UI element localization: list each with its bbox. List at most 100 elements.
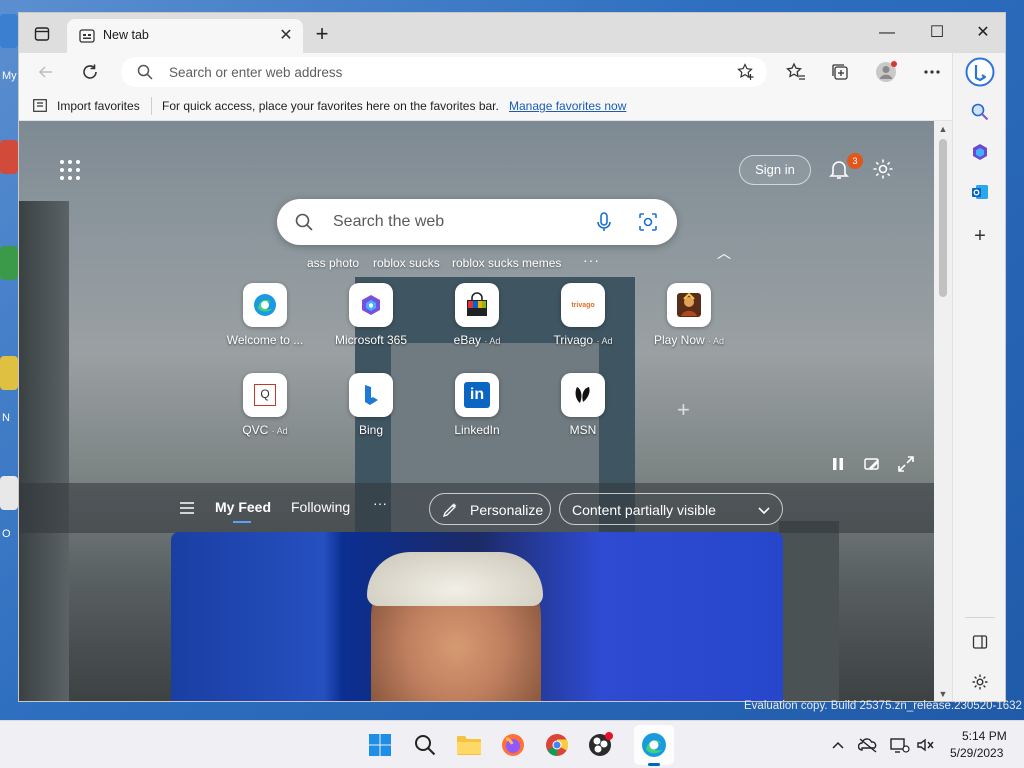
trivago-icon: trivago: [561, 283, 605, 327]
search-icon[interactable]: [412, 732, 438, 758]
more-menu-icon[interactable]: [921, 61, 943, 83]
chevron-up-icon[interactable]: ︿: [717, 243, 731, 263]
clock-time[interactable]: 5:14 PM: [962, 729, 1007, 743]
address-input[interactable]: Search or enter web address: [169, 65, 342, 80]
tile-label: Play Now · Ad: [644, 333, 734, 347]
quick-link-tile[interactable]: eBay · Ad: [432, 283, 522, 353]
obs-icon[interactable]: [588, 732, 614, 758]
clock-date[interactable]: 5/29/2023: [950, 746, 1003, 760]
microsoft365-icon: [349, 283, 393, 327]
quick-link-tile[interactable]: trivago Trivago · Ad: [538, 283, 628, 353]
expand-icon[interactable]: [897, 455, 915, 473]
tab-actions-icon[interactable]: [31, 23, 53, 45]
content-visibility-dropdown[interactable]: Content partially visible: [559, 493, 783, 525]
edge-sidebar: +: [952, 53, 1005, 701]
onedrive-offline-icon[interactable]: [858, 735, 878, 755]
close-window-icon[interactable]: ✕: [971, 21, 995, 45]
desktop-icon[interactable]: [0, 476, 18, 510]
manage-favorites-link[interactable]: Manage favorites now: [509, 99, 626, 113]
ad-label: · Ad: [271, 426, 288, 436]
maximize-icon[interactable]: ☐: [925, 21, 949, 45]
windows-start-icon[interactable]: [367, 732, 393, 758]
desktop-icon[interactable]: [0, 140, 18, 174]
new-tab-button[interactable]: +: [311, 23, 333, 46]
search-icon: [295, 213, 313, 231]
outlook-icon[interactable]: [969, 181, 991, 203]
bing-chat-icon[interactable]: [965, 57, 995, 87]
msn-icon: [561, 373, 605, 417]
tile-label: MSN: [538, 423, 628, 437]
close-icon[interactable]: ✕: [277, 27, 295, 45]
quick-link-tile[interactable]: Welcome to ...: [220, 283, 310, 353]
desktop-icon[interactable]: [0, 356, 18, 390]
add-favorite-icon[interactable]: [737, 63, 755, 81]
visual-search-icon[interactable]: [637, 211, 659, 233]
trending-search[interactable]: roblox sucks: [373, 256, 440, 270]
tab-my-feed[interactable]: My Feed: [215, 499, 271, 515]
background-info-icon[interactable]: [863, 455, 881, 473]
desktop-icon[interactable]: [0, 14, 18, 48]
pause-icon[interactable]: [829, 455, 847, 473]
page-settings-icon[interactable]: [871, 157, 895, 181]
collections-icon[interactable]: [829, 61, 851, 83]
add-icon[interactable]: +: [969, 225, 991, 247]
network-icon[interactable]: [890, 735, 910, 755]
tile-label: eBay · Ad: [432, 333, 522, 347]
trending-search[interactable]: roblox sucks memes: [452, 256, 561, 270]
quick-link-tile[interactable]: Microsoft 365: [326, 283, 416, 353]
web-search-box[interactable]: Search the web: [277, 199, 677, 245]
chrome-icon[interactable]: [544, 732, 570, 758]
news-card-image[interactable]: [171, 532, 783, 701]
microphone-icon[interactable]: [593, 211, 615, 233]
quick-link-tile[interactable]: Bing: [326, 373, 416, 443]
minimize-icon[interactable]: —: [875, 21, 899, 45]
notification-badge: 3: [847, 153, 863, 169]
back-icon[interactable]: [33, 59, 59, 85]
favorites-icon[interactable]: [785, 61, 807, 83]
tile-label: Trivago · Ad: [538, 333, 628, 347]
microsoft365-icon[interactable]: [969, 141, 991, 163]
scroll-up-icon[interactable]: ▲: [938, 124, 948, 134]
active-app-indicator: [648, 763, 660, 766]
tile-label: QVC · Ad: [220, 423, 310, 437]
sidebar-toggle-icon[interactable]: [969, 631, 991, 653]
import-favorites-button[interactable]: Import favorites: [57, 99, 140, 113]
quick-link-tile[interactable]: Play Now · Ad: [644, 283, 734, 353]
trending-more-button[interactable]: ···: [583, 252, 600, 268]
edge-icon[interactable]: [641, 732, 667, 758]
refresh-icon[interactable]: [77, 59, 103, 85]
trending-search[interactable]: ass photo: [307, 256, 359, 270]
tab-new-tab[interactable]: New tab ✕: [67, 19, 303, 53]
apps-launcher-icon[interactable]: [59, 159, 81, 181]
scroll-thumb[interactable]: [939, 139, 947, 297]
ebay-icon: [455, 283, 499, 327]
chevron-up-icon[interactable]: [828, 735, 848, 755]
file-explorer-icon[interactable]: [456, 732, 482, 758]
scroll-down-icon[interactable]: ▼: [938, 689, 948, 699]
desktop-label: O: [2, 528, 11, 540]
firefox-icon[interactable]: [500, 732, 526, 758]
sign-in-button[interactable]: Sign in: [739, 155, 811, 185]
game-icon: [667, 283, 711, 327]
web-search-input[interactable]: Search the web: [333, 213, 444, 231]
quick-link-tile[interactable]: in LinkedIn: [432, 373, 522, 443]
desktop-icon[interactable]: [0, 246, 18, 280]
hamburger-menu-icon[interactable]: [179, 501, 195, 515]
tab-following[interactable]: Following: [291, 499, 350, 515]
news-photo-hair: [367, 552, 543, 606]
feed-navigation: My Feed Following ··· Personalize Conten…: [19, 483, 934, 533]
add-shortcut-icon[interactable]: +: [677, 397, 690, 423]
profile-avatar[interactable]: [875, 61, 897, 83]
address-bar[interactable]: Search or enter web address: [121, 57, 767, 87]
desktop-label: My: [2, 70, 17, 82]
personalize-button[interactable]: Personalize: [429, 493, 551, 525]
background-building: [779, 521, 839, 701]
feed-more-button[interactable]: ···: [373, 495, 387, 511]
quick-link-tile[interactable]: Q QVC · Ad: [220, 373, 310, 443]
search-icon[interactable]: [969, 101, 991, 123]
quick-link-tile[interactable]: MSN: [538, 373, 628, 443]
settings-icon[interactable]: [969, 671, 991, 693]
volume-muted-icon[interactable]: [916, 735, 936, 755]
favorites-message: For quick access, place your favorites h…: [162, 99, 499, 113]
page-scrollbar[interactable]: ▲ ▼: [934, 121, 952, 701]
